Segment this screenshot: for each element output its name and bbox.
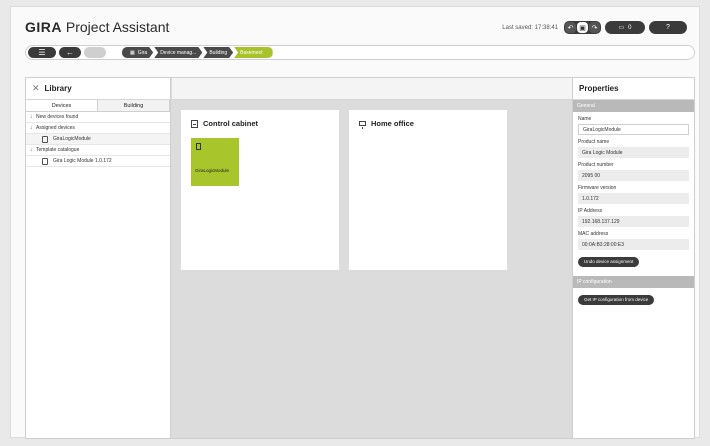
product-number-value: 2095 00 — [578, 170, 689, 181]
tab-building[interactable]: Building — [98, 100, 170, 111]
field-label: IP Address — [578, 208, 603, 214]
device-icon — [196, 143, 201, 150]
device-tile-label: GiraLogicModule — [195, 168, 230, 173]
section-ip-configuration[interactable]: IP configuration — [573, 276, 694, 288]
mac-address-value: 00:0A:B3:28:00:E3 — [578, 239, 689, 250]
breadcrumb-item-building[interactable]: Building — [203, 47, 233, 58]
field-label: Name — [578, 116, 592, 122]
breadcrumb: ▦ Gira Device manag... Building Basement — [122, 47, 274, 58]
redo-icon[interactable]: ↷ — [589, 22, 600, 33]
forward-button[interactable] — [84, 47, 106, 58]
room-title: Control cabinet — [191, 119, 258, 128]
field-label: Firmware version — [578, 185, 617, 191]
breadcrumb-item-device-management[interactable]: Device manag... — [154, 47, 202, 58]
workspace: ✕ Library Devices Building ↓ New devices f… — [25, 77, 695, 439]
messages-button[interactable]: ▭ 0 — [605, 21, 645, 34]
back-button[interactable]: ← — [59, 47, 81, 58]
back-arrow-icon: ← — [66, 48, 74, 57]
properties-panel: Properties General Name GiraLogicModule … — [572, 78, 694, 438]
canvas-header — [172, 78, 572, 100]
library-panel: ✕ Library Devices Building ↓ New devices f… — [26, 78, 171, 438]
chat-icon: ▭ — [618, 25, 625, 31]
field-label: MAC address — [578, 231, 609, 237]
tree-group-new-devices[interactable]: ↓ New devices found — [26, 112, 170, 123]
tree-group-template-catalogue[interactable]: ↓ Template catalogue — [26, 145, 170, 156]
get-ip-config-button[interactable]: Get IP configuration from device — [578, 294, 655, 305]
room-card-home-office[interactable]: Home office — [349, 110, 507, 270]
undo-assignment-button[interactable]: Undo device assignment — [578, 256, 640, 267]
library-tabs: Devices Building — [26, 100, 170, 112]
help-button[interactable]: ? — [649, 21, 687, 34]
room-title: Home office — [359, 119, 414, 129]
properties-header: Properties — [573, 78, 694, 100]
product-name-value: Gira Logic Module — [578, 147, 689, 158]
undo-icon[interactable]: ↶ — [565, 22, 576, 33]
save-icon[interactable]: ▣ — [577, 22, 588, 33]
close-icon[interactable]: ✕ — [32, 83, 40, 94]
cabinet-icon — [191, 119, 198, 128]
breadcrumb-item-home[interactable]: ▦ Gira — [122, 47, 153, 58]
device-tile[interactable]: GiraLogicModule — [191, 138, 239, 186]
hamburger-icon: ☰ — [38, 48, 46, 57]
firmware-version-value: 1.0.172 — [578, 193, 689, 204]
field-label: Product name — [578, 139, 610, 145]
ip-address-value: 192.168.137.129 — [578, 216, 689, 227]
save-controls[interactable]: ↶ ▣ ↷ — [564, 21, 601, 34]
menu-button[interactable]: ☰ — [28, 47, 56, 58]
app-window: GIRA Project Assistant Last saved: 17:38… — [10, 6, 700, 439]
navigation-bar: ☰ ← ▦ Gira Device manag... Building Basem… — [25, 45, 695, 60]
tree-group-assigned-devices[interactable]: ↓ Assigned devices — [26, 123, 170, 134]
tree-item-device[interactable]: GiraLogicModule — [26, 134, 170, 145]
building-icon: ▦ — [130, 49, 135, 56]
room-card-control-cabinet[interactable]: Control cabinet GiraLogicModule — [181, 110, 339, 270]
last-saved-label: Last saved: 17:38:41 — [502, 24, 558, 31]
app-title: GIRA Project Assistant — [25, 19, 170, 35]
monitor-icon — [359, 121, 366, 129]
tab-devices[interactable]: Devices — [26, 100, 98, 111]
name-field[interactable]: GiraLogicModule — [578, 124, 689, 135]
library-header: ✕ Library — [26, 78, 170, 100]
header-controls: Last saved: 17:38:41 ↶ ▣ ↷ ▭ 0 ? — [502, 21, 687, 34]
field-label: Product number — [578, 162, 614, 168]
chevron-down-icon: ↓ — [29, 125, 33, 131]
device-icon — [42, 157, 48, 165]
tree-item-template[interactable]: Gira Logic Module 1.0.172 — [26, 156, 170, 167]
chevron-down-icon: ↓ — [29, 147, 33, 153]
device-icon — [42, 135, 48, 143]
chevron-down-icon: ↓ — [29, 114, 33, 120]
section-general[interactable]: General — [573, 100, 694, 112]
breadcrumb-item-basement[interactable]: Basement — [234, 47, 273, 58]
